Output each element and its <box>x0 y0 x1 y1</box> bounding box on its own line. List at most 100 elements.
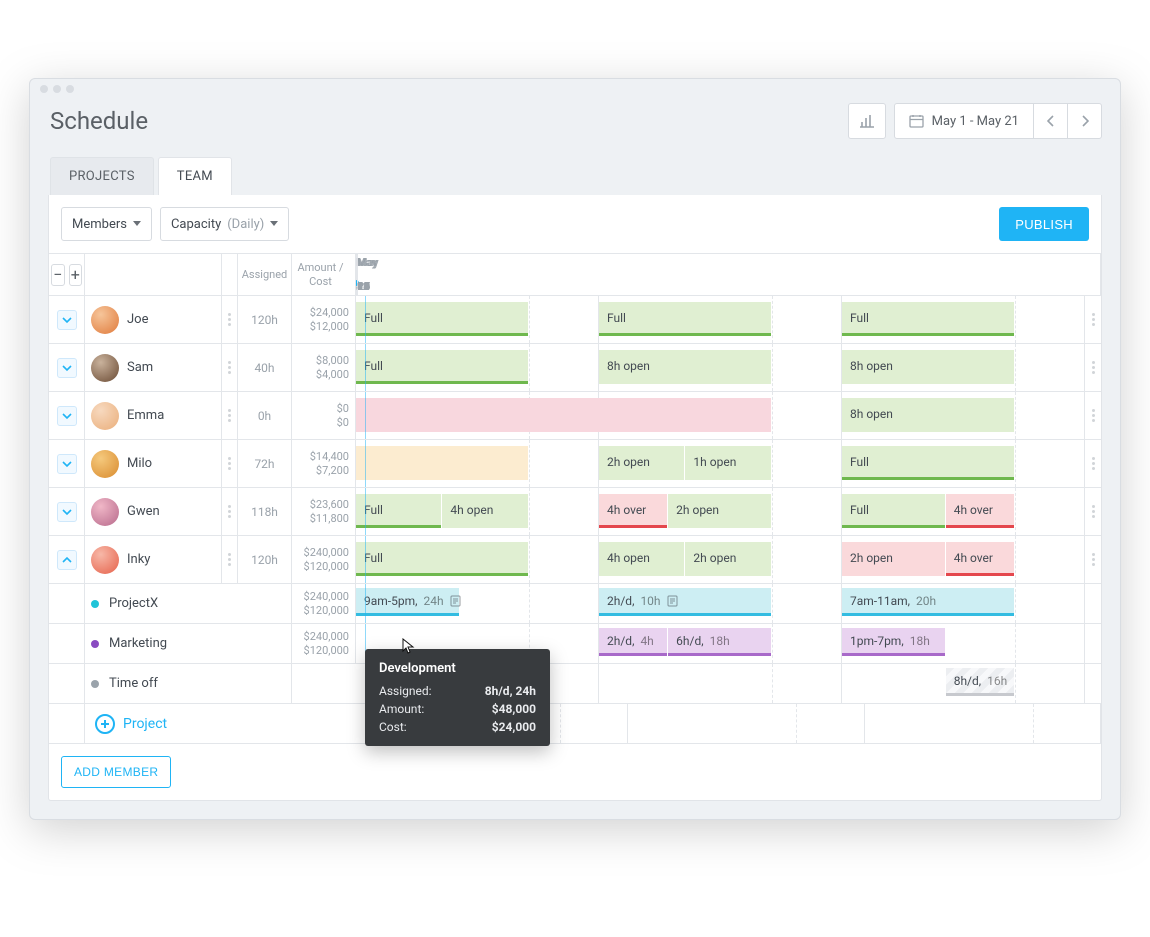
drag-handle[interactable] <box>222 344 238 391</box>
drag-handle[interactable] <box>222 392 238 439</box>
member-name: Joe <box>127 312 148 327</box>
add-member-button[interactable]: ADD MEMBER <box>61 756 171 788</box>
assigned-hours: 120h <box>238 296 292 343</box>
row-toggle[interactable] <box>57 310 77 330</box>
drag-handle[interactable] <box>1085 296 1101 343</box>
allocation-bar[interactable]: 4h over <box>946 494 1014 528</box>
drag-handle[interactable] <box>1085 344 1101 391</box>
note-icon <box>450 595 461 607</box>
column-header-assigned: Assigned <box>238 254 292 295</box>
project-name: Marketing <box>109 636 167 651</box>
allocation-bar[interactable]: 6h/d, 18h <box>668 628 771 656</box>
filter-capacity[interactable]: Capacity (Daily) <box>160 207 289 241</box>
amount-cost: $240,000$120,000 <box>292 584 356 623</box>
allocation-bar[interactable]: Full <box>842 302 1014 336</box>
drag-handle[interactable] <box>222 440 238 487</box>
allocation-bar[interactable]: 2h open <box>668 494 771 528</box>
allocation-bar[interactable]: 8h open <box>842 398 1014 432</box>
allocation-bar[interactable]: 4h open <box>599 542 684 576</box>
allocation-bar[interactable]: Full <box>599 302 771 336</box>
allocation-bar[interactable] <box>356 398 599 432</box>
project-row: Time off 8h/d, 16h <box>49 664 1101 704</box>
allocation-bar[interactable]: 1pm-7pm, 18h <box>842 628 945 656</box>
allocation-tooltip: Development Assigned:8h/d, 24h Amount:$4… <box>365 649 550 746</box>
drag-handle[interactable] <box>1085 488 1101 535</box>
page-title: Schedule <box>50 107 148 135</box>
amount-cost: $23,600$11,800 <box>292 488 356 535</box>
drag-handle[interactable] <box>222 536 238 583</box>
collapse-all-button[interactable]: − <box>51 264 65 286</box>
cursor-icon <box>401 638 417 656</box>
allocation-bar[interactable]: Full <box>842 494 945 528</box>
add-project-button[interactable]: Project <box>91 714 167 734</box>
allocation-bar[interactable]: 2h open <box>599 446 684 480</box>
assigned-hours: 120h <box>238 536 292 583</box>
project-color-dot <box>91 680 99 688</box>
row-toggle[interactable] <box>57 358 77 378</box>
allocation-bar[interactable]: 7am-11am, 20h <box>842 588 1014 616</box>
allocation-bar[interactable]: Full <box>356 350 528 384</box>
drag-handle[interactable] <box>1085 536 1101 583</box>
allocation-bar[interactable]: Full <box>842 446 1014 480</box>
allocation-bar[interactable] <box>356 446 528 480</box>
team-row: Joe 120h $24,000$12,000 FullFullFull <box>49 296 1101 344</box>
prev-range-button[interactable] <box>1033 104 1067 138</box>
project-name: Time off <box>109 676 158 691</box>
project-color-dot <box>91 640 99 648</box>
allocation-bar[interactable]: 2h/d, 10h <box>599 588 771 616</box>
drag-handle[interactable] <box>1085 440 1101 487</box>
expand-all-button[interactable]: + <box>69 264 83 286</box>
allocation-bar[interactable]: 8h open <box>842 350 1014 384</box>
allocation-bar[interactable]: 8h open <box>599 350 771 384</box>
row-toggle[interactable] <box>57 454 77 474</box>
allocation-bar[interactable]: Full <box>356 542 528 576</box>
caret-down-icon <box>133 221 141 227</box>
amount-cost: $240,000$120,000 <box>292 624 356 663</box>
tab-team[interactable]: TEAM <box>158 157 232 195</box>
filter-capacity-value: (Daily) <box>227 217 264 232</box>
team-row: Milo 72h $14,400$7,200 2h open1h openFul… <box>49 440 1101 488</box>
row-toggle[interactable] <box>57 550 77 570</box>
amount-cost: $8,000$4,000 <box>292 344 356 391</box>
caret-down-icon <box>270 221 278 227</box>
allocation-bar[interactable]: 1h open <box>685 446 770 480</box>
allocation-bar[interactable]: Full <box>356 494 441 528</box>
assigned-hours: 0h <box>238 392 292 439</box>
row-toggle[interactable] <box>57 502 77 522</box>
next-range-button[interactable] <box>1067 104 1101 138</box>
column-header-amount: Amount / Cost <box>292 254 356 295</box>
add-project-row[interactable]: Project <box>49 704 1101 744</box>
amount-cost: $14,400$7,200 <box>292 440 356 487</box>
project-row: ProjectX $240,000$120,000 9am-5pm, 24h 2… <box>49 584 1101 624</box>
member-name: Sam <box>127 360 153 375</box>
drag-handle[interactable] <box>222 488 238 535</box>
allocation-bar[interactable]: 9am-5pm, 24h <box>356 588 459 616</box>
tab-projects[interactable]: PROJECTS <box>50 157 154 195</box>
allocation-bar[interactable]: 4h open <box>442 494 527 528</box>
view-chart-button[interactable] <box>848 103 886 139</box>
assigned-hours: 118h <box>238 488 292 535</box>
project-name: ProjectX <box>109 596 158 611</box>
assigned-hours: 72h <box>238 440 292 487</box>
avatar <box>91 402 119 430</box>
allocation-bar[interactable]: 2h open <box>842 542 945 576</box>
allocation-bar[interactable]: Full <box>356 302 528 336</box>
allocation-bar[interactable]: 4h over <box>946 542 1014 576</box>
date-range[interactable]: May 1 - May 21 <box>932 114 1019 129</box>
drag-handle[interactable] <box>1085 392 1101 439</box>
team-row: Gwen 118h $23,600$11,800 Full4h open4h o… <box>49 488 1101 536</box>
allocation-bar[interactable] <box>599 398 771 432</box>
row-toggle[interactable] <box>57 406 77 426</box>
publish-button[interactable]: PUBLISH <box>999 207 1089 241</box>
allocation-bar[interactable]: 2h open <box>685 542 770 576</box>
allocation-bar[interactable]: 2h/d, 4h <box>599 628 667 656</box>
team-row: Inky 120h $240,000$120,000 Full4h open2h… <box>49 536 1101 584</box>
allocation-bar[interactable]: 4h over <box>599 494 667 528</box>
amount-cost: $240,000$120,000 <box>292 536 356 583</box>
allocation-bar[interactable]: 8h/d, 16h <box>946 668 1014 696</box>
team-row: Emma 0h $0$0 8h open <box>49 392 1101 440</box>
filter-members[interactable]: Members <box>61 207 152 241</box>
drag-handle[interactable] <box>222 296 238 343</box>
avatar <box>91 450 119 478</box>
filter-capacity-label: Capacity <box>171 217 221 232</box>
